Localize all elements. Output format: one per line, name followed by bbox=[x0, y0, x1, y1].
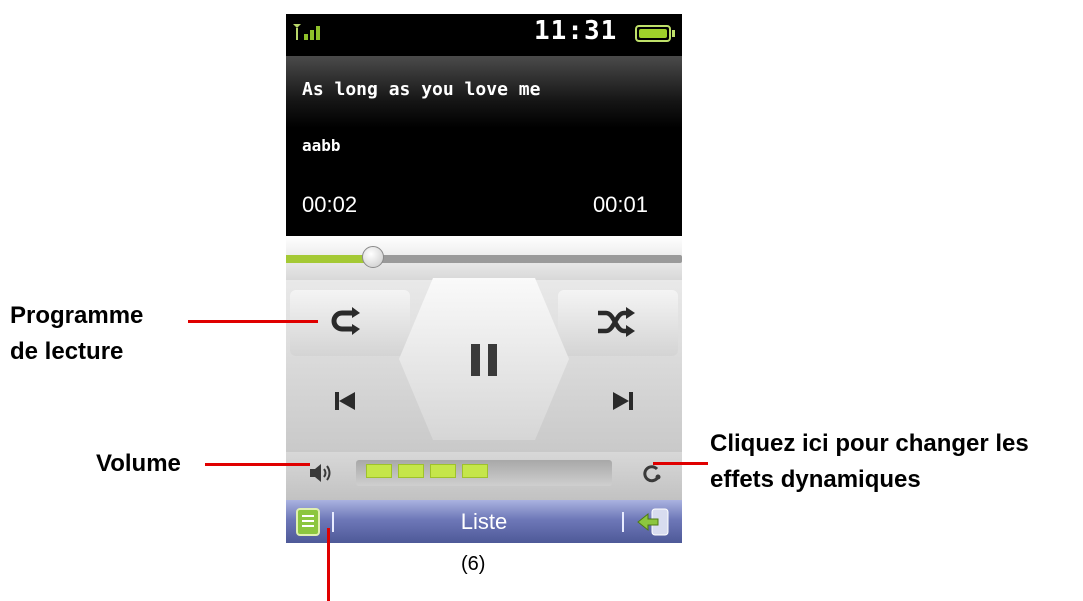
next-icon[interactable] bbox=[612, 390, 634, 412]
back-icon[interactable] bbox=[636, 508, 670, 536]
annotation-playmode-line2: de lecture bbox=[10, 338, 124, 365]
annotation-volume: Volume bbox=[96, 450, 181, 477]
volume-row bbox=[286, 452, 682, 500]
track-artist: aabb bbox=[302, 136, 341, 155]
annotation-line-playmode bbox=[188, 320, 318, 323]
progress-fill bbox=[286, 255, 373, 263]
repeat-button[interactable] bbox=[290, 290, 410, 356]
repeat-icon bbox=[331, 307, 360, 335]
clock: 11:31 bbox=[534, 16, 618, 46]
annotation-effects-line2: effets dynamiques bbox=[710, 466, 921, 493]
elapsed-time: 00:02 bbox=[302, 192, 358, 217]
volume-segment bbox=[462, 464, 488, 478]
volume-segment bbox=[366, 464, 392, 478]
shuffle-icon bbox=[598, 307, 635, 337]
speaker-icon[interactable] bbox=[308, 462, 334, 484]
battery-icon bbox=[635, 25, 675, 42]
effects-icon[interactable] bbox=[642, 464, 662, 484]
track-title: As long as you love me bbox=[302, 79, 541, 100]
bottom-bar: Liste bbox=[286, 500, 682, 543]
volume-segment bbox=[430, 464, 456, 478]
volume-segment bbox=[398, 464, 424, 478]
annotation-playmode-line1: Programme bbox=[10, 302, 144, 329]
remaining-time: 00:01 bbox=[592, 192, 648, 217]
annotation-playmode: Programme de lecture bbox=[10, 298, 143, 370]
annotation-effects-line1: Cliquez ici pour changer les bbox=[710, 430, 1029, 457]
annotation-line-list bbox=[327, 528, 330, 601]
progress-area bbox=[286, 236, 682, 280]
separator bbox=[622, 512, 624, 532]
shuffle-button[interactable] bbox=[558, 290, 678, 356]
annotation-line-volume bbox=[205, 463, 310, 466]
playback-controls bbox=[286, 278, 682, 452]
figure-number: (6) bbox=[461, 553, 486, 575]
signal-icon bbox=[293, 24, 320, 40]
annotation-effects: Cliquez ici pour changer les effets dyna… bbox=[710, 426, 1029, 498]
status-bar: 11:31 bbox=[286, 14, 682, 56]
progress-knob[interactable] bbox=[362, 246, 384, 268]
previous-icon[interactable] bbox=[334, 390, 356, 412]
annotation-line-effects bbox=[653, 462, 708, 465]
pause-icon bbox=[471, 344, 497, 376]
music-player-screen: 11:31 As long as you love me aabb 00:02 … bbox=[286, 14, 682, 543]
